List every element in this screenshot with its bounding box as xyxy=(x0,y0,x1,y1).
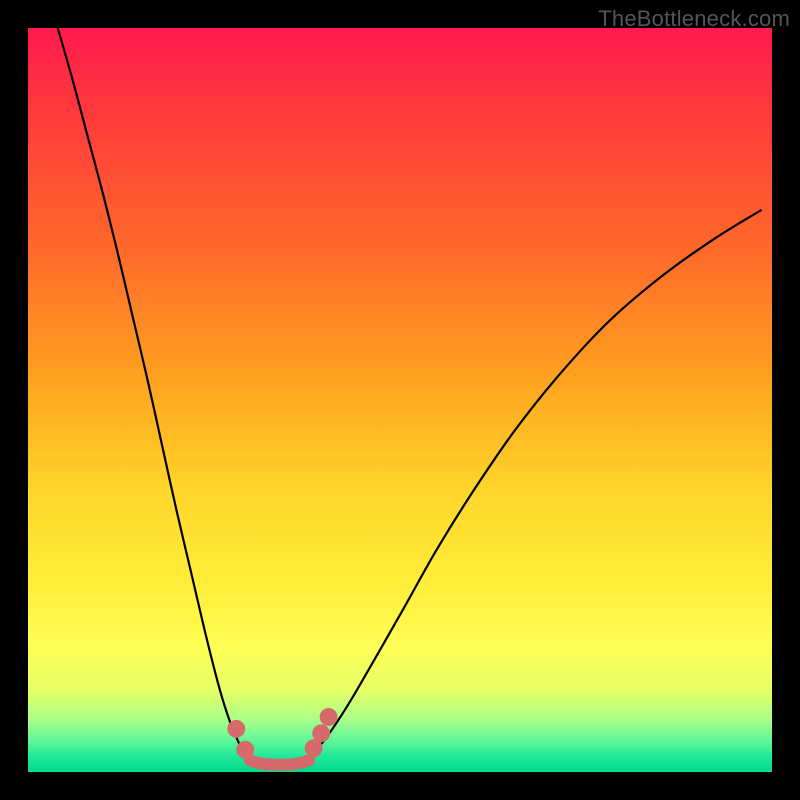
chart-svg xyxy=(28,28,772,772)
series-right-branch xyxy=(311,210,761,755)
frame: TheBottleneck.com xyxy=(0,0,800,800)
marker-layer xyxy=(227,708,337,759)
series-left-branch xyxy=(58,28,247,756)
plot-area xyxy=(28,28,772,772)
series-trough-floor xyxy=(250,760,310,765)
series-layer xyxy=(58,28,761,765)
marker-left-dot-lower xyxy=(236,741,254,759)
marker-right-dot-upper xyxy=(320,708,338,726)
marker-left-dot-upper xyxy=(227,720,245,738)
marker-right-dot-mid xyxy=(312,724,330,742)
